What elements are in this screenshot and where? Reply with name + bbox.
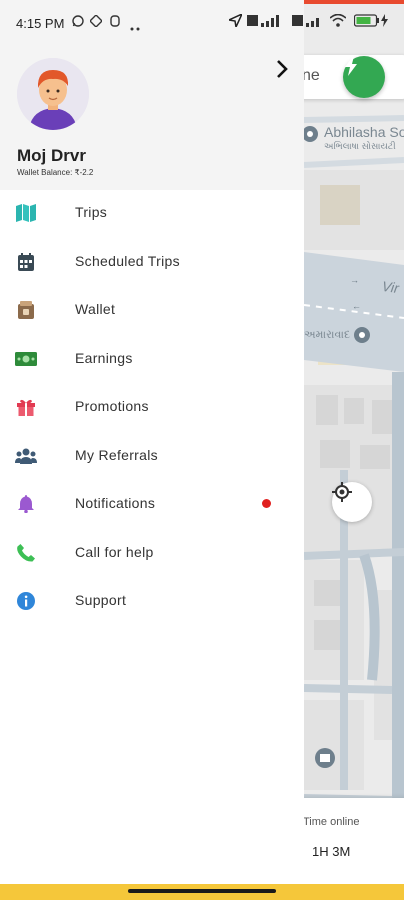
menu-label-earnings: Earnings <box>75 350 133 366</box>
menu-label-call-for-help: Call for help <box>75 544 154 560</box>
chevron-right-icon <box>277 60 288 78</box>
home-indicator[interactable] <box>128 889 276 893</box>
wallet-icon <box>15 299 37 321</box>
close-drawer-button[interactable] <box>272 58 292 80</box>
navigation-drawer: Moj Drvr Wallet Balance: ₹-2.2 Trips Sch… <box>0 0 304 884</box>
cash-icon <box>15 348 37 370</box>
my-location-button[interactable] <box>332 482 372 522</box>
users-icon <box>15 445 37 467</box>
map-search-text: ne <box>302 67 320 84</box>
map-road-label: Vir <box>380 277 400 297</box>
menu-item-my-referrals[interactable]: My Referrals <box>0 434 304 478</box>
info-icon <box>15 590 37 612</box>
menu-item-trips[interactable]: Trips <box>0 191 304 235</box>
more-notifications-icon <box>130 18 142 36</box>
map-icon <box>15 202 37 224</box>
calendar-icon <box>15 251 37 273</box>
bell-icon <box>15 493 37 515</box>
map-place-subtitle: અભિલાષા સોસાયટી <box>324 141 396 151</box>
time-online-label: Time online <box>303 816 360 828</box>
app-notification-icon <box>89 14 103 32</box>
svg-text:→: → <box>350 275 359 285</box>
crosshair-icon <box>332 482 352 502</box>
menu-item-scheduled-trips[interactable]: Scheduled Trips <box>0 240 304 284</box>
menu-label-promotions: Promotions <box>75 398 149 414</box>
menu-label-scheduled-trips: Scheduled Trips <box>75 253 180 269</box>
avatar[interactable] <box>17 58 89 130</box>
menu-item-call-for-help[interactable]: Call for help <box>0 531 304 575</box>
menu-item-support[interactable]: Support <box>0 579 304 623</box>
menu-label-my-referrals: My Referrals <box>75 447 158 463</box>
gift-icon <box>15 396 37 418</box>
go-online-button[interactable] <box>343 56 385 98</box>
location-arrow-icon <box>226 12 244 32</box>
time-online-value: 1H 3M <box>312 844 351 859</box>
menu-item-wallet[interactable]: Wallet <box>0 288 304 332</box>
menu-item-earnings[interactable]: Earnings <box>0 337 304 381</box>
signal-1-icon <box>247 14 287 32</box>
menu-item-promotions[interactable]: Promotions <box>0 385 304 429</box>
menu-item-notifications[interactable]: Notifications <box>0 482 304 526</box>
menu-label-support: Support <box>75 592 127 608</box>
map-poi-label: અમારાવાદ <box>304 329 351 341</box>
menu-label-notifications: Notifications <box>75 495 156 511</box>
avatar-icon <box>17 58 89 130</box>
menu-label-trips: Trips <box>75 204 108 220</box>
wifi-icon <box>329 13 347 32</box>
wallet-balance: Wallet Balance: ₹-2.2 <box>17 168 94 177</box>
lightning-icon <box>345 56 357 76</box>
menu-label-wallet: Wallet <box>75 301 116 317</box>
notification-badge <box>262 499 271 508</box>
status-time: 4:15 PM <box>16 16 65 31</box>
signal-2-icon <box>292 14 322 32</box>
whatsapp-icon <box>72 14 84 32</box>
sim-icon <box>110 14 120 32</box>
map-place-name[interactable]: Abhilasha So <box>324 124 404 140</box>
phone-icon <box>15 542 37 564</box>
driver-name: Moj Drvr <box>17 146 86 165</box>
status-bar: 4:15 PM <box>0 0 404 48</box>
battery-icon <box>353 14 390 32</box>
svg-text:←: ← <box>352 301 361 311</box>
